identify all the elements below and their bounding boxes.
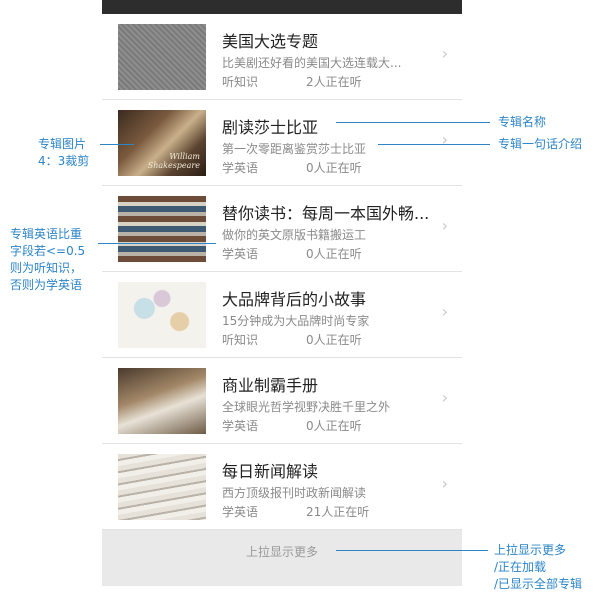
album-desc: 西方顶级报刊时政新闻解读 bbox=[222, 486, 367, 500]
annotation-load-1: 上拉显示更多 bbox=[494, 543, 567, 557]
annotation-album-image-1: 专辑图片 bbox=[38, 137, 87, 151]
album-listening-count: 0人正在听 bbox=[306, 161, 362, 175]
album-desc: 全球眼光哲学视野决胜千里之外 bbox=[222, 400, 391, 414]
album-thumbnail bbox=[118, 282, 206, 348]
annotation-album-intro: 专辑一句话介绍 bbox=[498, 137, 583, 151]
annotation-english-ratio-3: 则为听知识， bbox=[10, 261, 83, 275]
annotation-load-2: /正在加载 bbox=[494, 560, 547, 574]
album-listening-count: 0人正在听 bbox=[306, 419, 362, 433]
annotation-line bbox=[98, 243, 216, 244]
annotation-english-ratio-2: 字段若<=0.5 bbox=[10, 244, 86, 258]
chevron-right-icon: › bbox=[441, 474, 448, 493]
album-category: 听知识 bbox=[222, 333, 259, 347]
album-desc: 第一次零距离鉴赏莎士比亚 bbox=[222, 142, 367, 156]
album-desc: 比美剧还好看的美国大选连载大... bbox=[222, 56, 402, 70]
album-category: 学英语 bbox=[222, 505, 259, 519]
album-thumbnail bbox=[118, 368, 206, 434]
chevron-right-icon: › bbox=[441, 130, 448, 149]
album-title: 美国大选专题 bbox=[222, 32, 319, 51]
album-category: 学英语 bbox=[222, 247, 259, 261]
album-desc: 15分钟成为大品牌时尚专家 bbox=[222, 314, 370, 328]
album-list: 美国大选专题 比美剧还好看的美国大选连载大... 听知识 2人正在听 › Wil… bbox=[102, 14, 462, 530]
album-thumbnail bbox=[118, 24, 206, 90]
album-title: 替你读书：每周一本国外畅... bbox=[222, 204, 430, 223]
phone-screen: 美国大选专题 比美剧还好看的美国大选连载大... 听知识 2人正在听 › Wil… bbox=[102, 0, 462, 590]
album-item[interactable]: 替你读书：每周一本国外畅... 做你的英文原版书籍搬运工 学英语 0人正在听 › bbox=[102, 186, 462, 272]
album-thumbnail: William Shakespeare bbox=[118, 110, 206, 176]
album-item[interactable]: 商业制霸手册 全球眼光哲学视野决胜千里之外 学英语 0人正在听 › bbox=[102, 358, 462, 444]
album-title: 大品牌背后的小故事 bbox=[222, 290, 367, 309]
annotation-load-3: /已显示全部专辑 bbox=[494, 577, 583, 591]
load-more-footer[interactable]: 上拉显示更多 bbox=[102, 530, 462, 586]
annotation-line bbox=[336, 550, 488, 551]
album-category: 学英语 bbox=[222, 161, 259, 175]
album-category: 学英语 bbox=[222, 419, 259, 433]
annotation-line bbox=[100, 144, 134, 145]
album-listening-count: 2人正在听 bbox=[306, 75, 362, 89]
album-item[interactable]: William Shakespeare 剧读莎士比亚 第一次零距离鉴赏莎士比亚 … bbox=[102, 100, 462, 186]
annotation-album-image-2: 4：3裁剪 bbox=[38, 154, 90, 168]
album-item[interactable]: 每日新闻解读 西方顶级报刊时政新闻解读 学英语 21人正在听 › bbox=[102, 444, 462, 530]
annotation-english-ratio-1: 专辑英语比重 bbox=[10, 227, 83, 241]
annotation-english-ratio-4: 否则为学英语 bbox=[10, 278, 83, 292]
album-title: 商业制霸手册 bbox=[222, 376, 319, 395]
album-title: 每日新闻解读 bbox=[222, 462, 319, 481]
album-thumbnail bbox=[118, 196, 206, 262]
annotation-album-name: 专辑名称 bbox=[498, 115, 547, 129]
chevron-right-icon: › bbox=[441, 388, 448, 407]
chevron-right-icon: › bbox=[441, 44, 448, 63]
top-bar bbox=[102, 0, 462, 14]
chevron-right-icon: › bbox=[441, 302, 448, 321]
album-listening-count: 0人正在听 bbox=[306, 333, 362, 347]
album-title: 剧读莎士比亚 bbox=[222, 118, 319, 137]
album-desc: 做你的英文原版书籍搬运工 bbox=[222, 228, 367, 242]
album-item[interactable]: 大品牌背后的小故事 15分钟成为大品牌时尚专家 听知识 0人正在听 › bbox=[102, 272, 462, 358]
album-item[interactable]: 美国大选专题 比美剧还好看的美国大选连载大... 听知识 2人正在听 › bbox=[102, 14, 462, 100]
album-category: 听知识 bbox=[222, 75, 259, 89]
shakespeare-signature: William Shakespeare bbox=[147, 152, 200, 170]
album-thumbnail bbox=[118, 454, 206, 520]
annotation-line bbox=[336, 122, 490, 123]
chevron-right-icon: › bbox=[441, 216, 448, 235]
album-listening-count: 21人正在听 bbox=[306, 505, 370, 519]
album-listening-count: 0人正在听 bbox=[306, 247, 362, 261]
annotation-line bbox=[378, 144, 490, 145]
